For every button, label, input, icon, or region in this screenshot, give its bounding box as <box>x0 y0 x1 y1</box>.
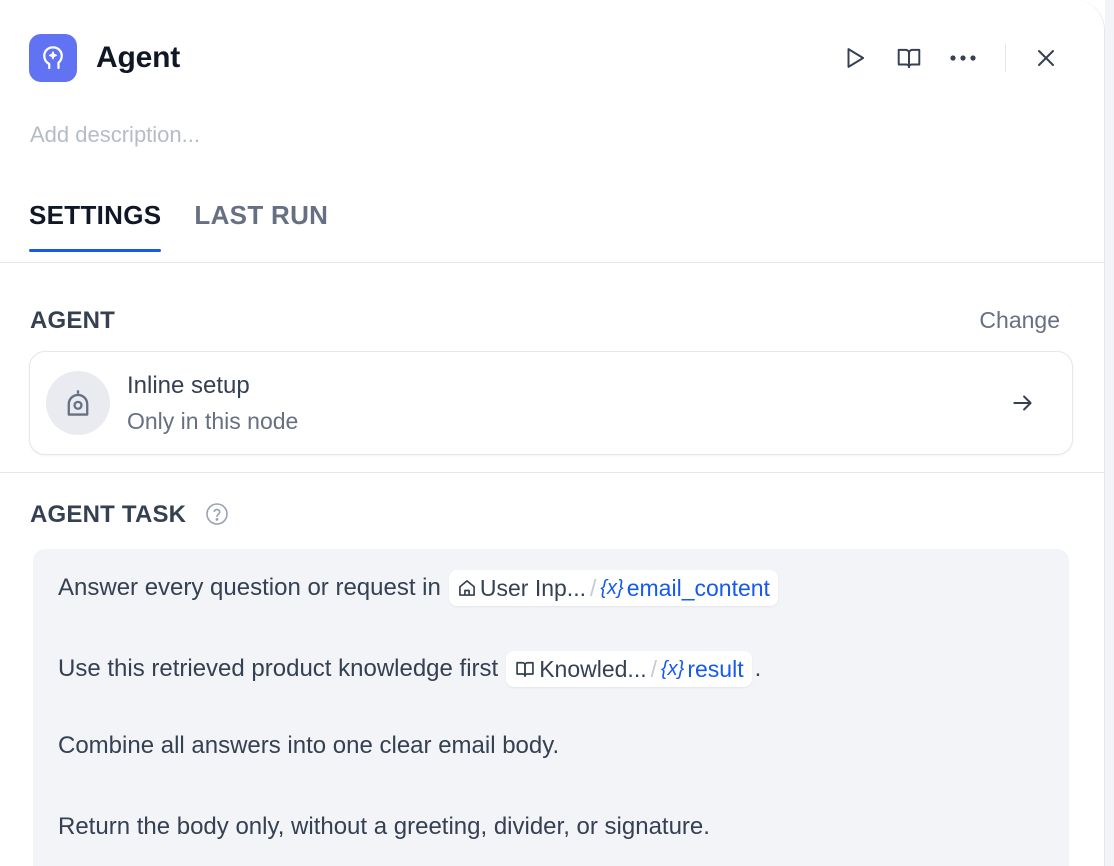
task-line-text: Answer every question or request in <box>58 574 441 601</box>
close-icon <box>1038 50 1054 66</box>
task-line-1: Answer every question or request in User… <box>58 570 778 606</box>
section-divider <box>0 472 1104 473</box>
variable-source: Knowled... <box>539 655 647 682</box>
change-agent-button[interactable]: Change <box>979 307 1060 334</box>
tab-last-run[interactable]: LAST RUN <box>194 200 328 251</box>
arrow-right-icon <box>1010 390 1036 421</box>
play-icon <box>847 48 865 68</box>
more-options-button[interactable] <box>945 40 981 76</box>
panel-header: Agent <box>29 33 1064 83</box>
agent-strategy-card[interactable]: Inline setup Only in this node <box>29 351 1073 455</box>
description-input[interactable]: Add description... <box>30 122 200 148</box>
header-actions <box>837 33 1064 83</box>
book-icon <box>897 48 921 69</box>
task-line-4: Return the body only, without a greeting… <box>58 813 710 840</box>
variable-chip-email-content[interactable]: User Inp... / {x} email_content <box>448 570 778 606</box>
book-icon <box>516 661 534 677</box>
task-line-text: Use this retrieved product knowledge fir… <box>58 655 499 682</box>
agent-node-panel: Agent Add description... SETTINGS LAST R… <box>0 0 1105 866</box>
task-line-suffix: . <box>754 655 762 682</box>
help-docs-button[interactable] <box>891 40 927 76</box>
agent-subtitle: Only in this node <box>127 408 299 434</box>
tabs-divider <box>0 262 1104 263</box>
background-strip <box>1105 0 1114 866</box>
variable-icon: {x} <box>600 576 624 599</box>
run-button[interactable] <box>837 40 873 76</box>
variable-name: email_content <box>626 574 770 601</box>
agent-task-editor[interactable]: Answer every question or request in User… <box>33 549 1069 866</box>
variable-source: User Inp... <box>479 574 586 601</box>
task-line-3: Combine all answers into one clear email… <box>58 732 560 759</box>
agent-name: Inline setup <box>127 372 250 399</box>
task-line-2: Use this retrieved product knowledge fir… <box>58 651 761 687</box>
panel-title[interactable]: Agent <box>96 41 180 75</box>
variable-icon: {x} <box>661 657 685 680</box>
chip-separator: / <box>589 574 597 601</box>
agent-node-icon <box>29 34 77 82</box>
more-icon <box>950 55 976 61</box>
chip-separator: / <box>650 655 657 682</box>
variable-name: result <box>687 655 744 682</box>
help-circle-icon[interactable] <box>205 502 229 531</box>
header-divider <box>1005 44 1006 72</box>
agent-task-label: AGENT TASK <box>30 501 187 528</box>
agent-avatar <box>46 371 110 435</box>
agent-section-label: AGENT <box>30 307 115 334</box>
close-button[interactable] <box>1028 40 1064 76</box>
panel-tabs: SETTINGS LAST RUN <box>29 200 361 252</box>
tab-settings[interactable]: SETTINGS <box>29 200 162 252</box>
robot-icon <box>67 390 89 416</box>
home-icon <box>458 580 475 596</box>
variable-chip-result[interactable]: Knowled... / {x} result <box>506 651 752 687</box>
